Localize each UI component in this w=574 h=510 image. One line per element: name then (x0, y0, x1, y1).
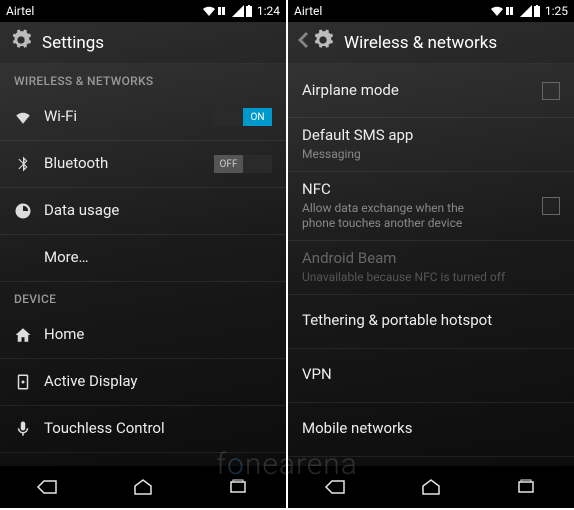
row-touchless[interactable]: Touchless Control (0, 406, 286, 453)
battery-icon (245, 5, 253, 17)
row-moto-connect[interactable]: Motorola Connect (0, 453, 286, 466)
airplane-label: Airplane mode (302, 81, 399, 99)
clock: 1:25 (545, 4, 568, 18)
tether-label: Tethering & portable hotspot (302, 311, 492, 329)
beam-sub: Unavailable because NFC is turned off (302, 270, 560, 286)
wifi-toggle[interactable]: ON (214, 108, 272, 126)
battery-icon (533, 5, 541, 17)
nav-back[interactable] (324, 478, 348, 496)
header: Wireless & networks (288, 22, 574, 64)
row-home[interactable]: Home (0, 312, 286, 359)
nav-recents[interactable] (226, 478, 250, 496)
row-sms[interactable]: Default SMS app Messaging (288, 118, 574, 172)
row-more[interactable]: More… (0, 235, 286, 282)
mic-icon (14, 420, 44, 438)
header-title: Wireless & networks (344, 33, 497, 53)
row-data-usage[interactable]: Data usage (0, 188, 286, 235)
home-icon (14, 326, 44, 344)
row-airplane[interactable]: Airplane mode (288, 64, 574, 118)
nav-home[interactable] (131, 478, 155, 496)
settings-gear-icon (312, 29, 334, 56)
row-mobile-plan[interactable]: Mobile plan (288, 457, 574, 466)
home-label: Home (44, 325, 84, 343)
nav-back[interactable] (36, 478, 60, 496)
wifi-label: Wi-Fi (44, 107, 77, 125)
settings-list: WIRELESS & NETWORKS Wi-Fi ON Bluetooth O… (0, 64, 286, 466)
touchless-label: Touchless Control (44, 419, 165, 437)
row-beam: Android Beam Unavailable because NFC is … (288, 241, 574, 295)
wireless-list: Airplane mode Default SMS app Messaging … (288, 64, 574, 466)
airplane-checkbox[interactable] (542, 82, 560, 100)
wifi-signal-icon (202, 5, 216, 17)
active-display-label: Active Display (44, 372, 138, 390)
back-chevron-icon[interactable] (298, 32, 308, 53)
dual-sim-icon (505, 5, 519, 17)
phone-left: Airtel 1:24 Settings WIRELESS & NETWORKS… (0, 0, 286, 508)
active-display-icon (14, 373, 44, 391)
navbar (0, 466, 286, 508)
nav-home[interactable] (419, 478, 443, 496)
row-mobile-networks[interactable]: Mobile networks (288, 403, 574, 457)
wifi-icon (14, 108, 44, 126)
bluetooth-toggle[interactable]: OFF (214, 155, 272, 173)
category-wireless: WIRELESS & NETWORKS (0, 64, 286, 94)
data-usage-label: Data usage (44, 201, 119, 219)
bluetooth-label: Bluetooth (44, 154, 108, 172)
carrier-label: Airtel (6, 4, 202, 18)
category-device: DEVICE (0, 282, 286, 312)
bluetooth-icon (14, 155, 44, 173)
wifi-signal-icon (490, 5, 504, 17)
beam-label: Android Beam (302, 249, 560, 269)
nfc-checkbox[interactable] (542, 197, 560, 215)
clock: 1:24 (257, 4, 280, 18)
row-wifi[interactable]: Wi-Fi ON (0, 94, 286, 141)
nfc-sub: Allow data exchange when the phone touch… (302, 201, 496, 232)
settings-gear-icon (10, 29, 32, 56)
data-usage-icon (14, 202, 44, 220)
row-active-display[interactable]: Active Display (0, 359, 286, 406)
sms-label: Default SMS app (302, 126, 560, 146)
row-bluetooth[interactable]: Bluetooth OFF (0, 141, 286, 188)
status-icons: 1:24 (202, 4, 280, 18)
cell-signal-icon (520, 5, 532, 17)
row-vpn[interactable]: VPN (288, 349, 574, 403)
nav-recents[interactable] (514, 478, 538, 496)
cell-signal-icon (232, 5, 244, 17)
status-bar: Airtel 1:25 (288, 0, 574, 22)
header-title: Settings (42, 33, 104, 53)
more-label: More… (44, 248, 89, 266)
navbar (288, 466, 574, 508)
vpn-label: VPN (302, 365, 332, 383)
mobnet-label: Mobile networks (302, 419, 412, 437)
status-icons: 1:25 (490, 4, 568, 18)
status-bar: Airtel 1:24 (0, 0, 286, 22)
phone-right: Airtel 1:25 Wireless & networks Airplane… (288, 0, 574, 508)
row-tethering[interactable]: Tethering & portable hotspot (288, 295, 574, 349)
sms-sub: Messaging (302, 147, 560, 163)
nfc-label: NFC (302, 180, 496, 200)
header: Settings (0, 22, 286, 64)
dual-sim-icon (217, 5, 231, 17)
carrier-label: Airtel (294, 4, 490, 18)
row-nfc[interactable]: NFC Allow data exchange when the phone t… (288, 172, 574, 241)
